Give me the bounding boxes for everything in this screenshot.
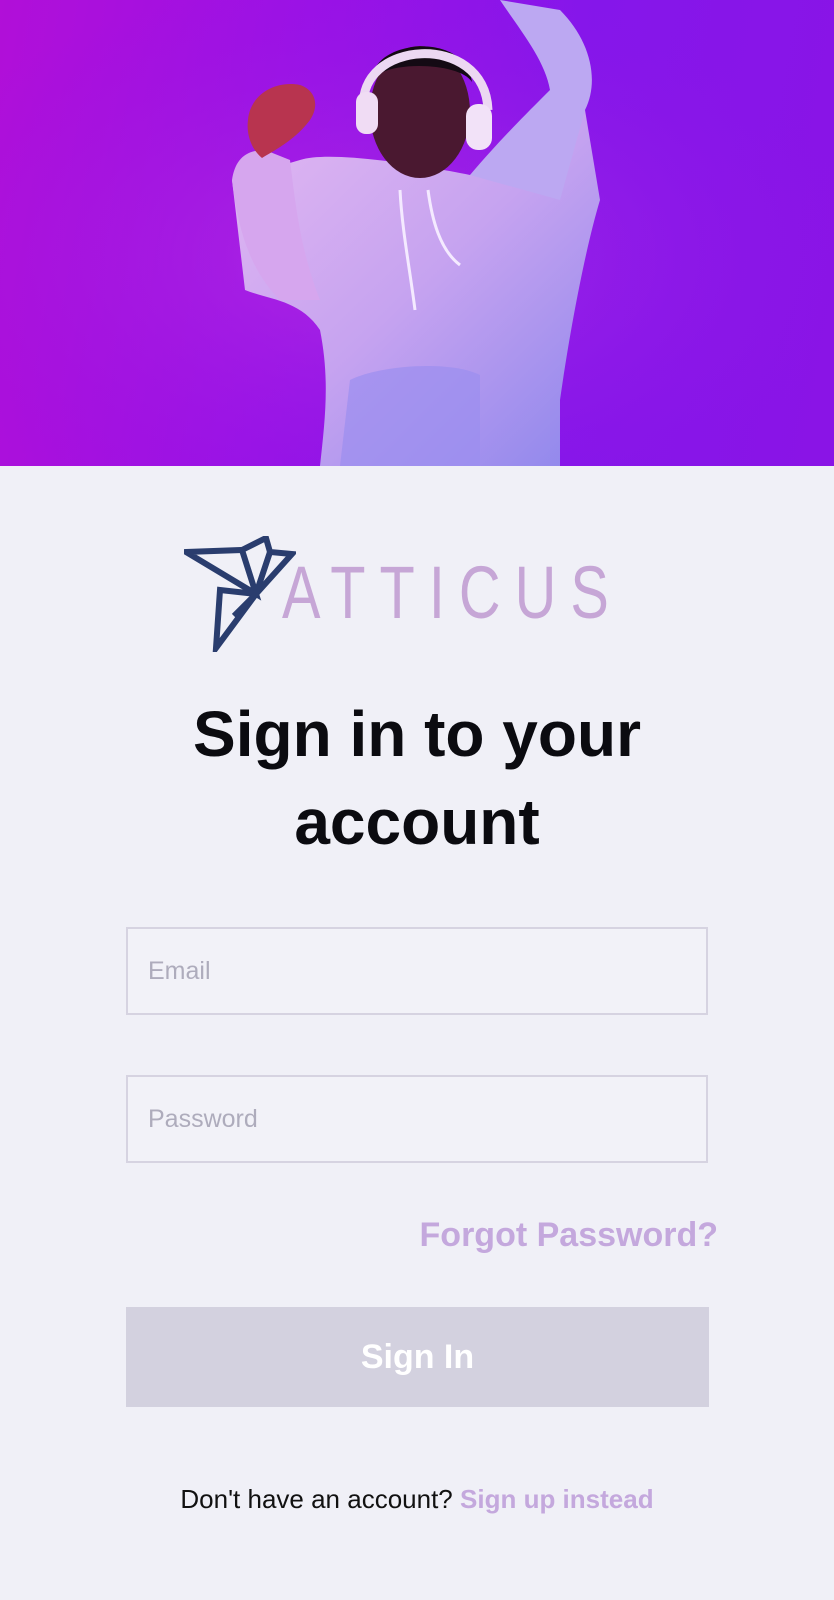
dancer-illustration [0, 0, 834, 466]
password-field[interactable] [126, 1075, 708, 1163]
signup-prompt: Don't have an account? Sign up instead [0, 1484, 834, 1515]
page-title: Sign in to your account [0, 690, 834, 866]
title-line-2: account [294, 786, 540, 858]
sign-in-button[interactable]: Sign In [126, 1307, 709, 1407]
forgot-password-link[interactable]: Forgot Password? [420, 1216, 718, 1255]
email-field[interactable] [126, 927, 708, 1015]
bird-logo-icon [184, 536, 296, 652]
title-line-1: Sign in to your [193, 698, 641, 770]
sign-up-link[interactable]: Sign up instead [460, 1484, 654, 1514]
atticus-logo: ATTICUS [184, 536, 644, 652]
brand-wordmark: ATTICUS [282, 551, 623, 634]
hero-image [0, 0, 834, 466]
signup-prompt-text: Don't have an account? [180, 1484, 453, 1514]
